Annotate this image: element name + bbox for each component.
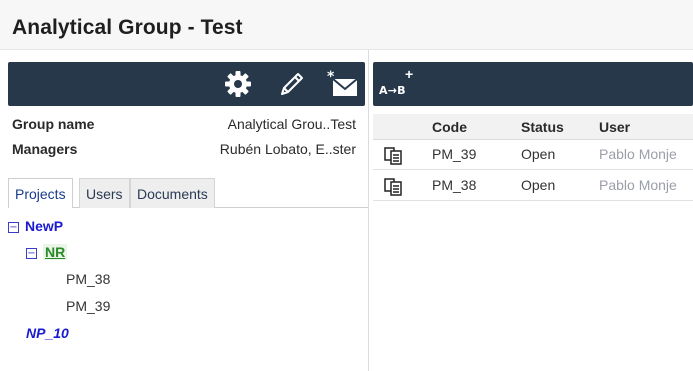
page-title: Analytical Group - Test: [12, 16, 243, 39]
title-bar: Analytical Group - Test: [0, 0, 693, 50]
tab-users[interactable]: Users: [79, 178, 130, 208]
managers-row: Managers Rubén Lobato, E..ster: [12, 141, 360, 159]
group-toolbar: *: [8, 62, 365, 106]
tab-documents[interactable]: Documents: [130, 178, 215, 208]
tree-node-label: NP_10: [26, 325, 69, 341]
group-name-value: Analytical Grou..Test: [227, 116, 356, 132]
grid-header: Code Status User: [373, 114, 693, 140]
clipboard-icon[interactable]: [383, 176, 403, 199]
tree-node-newp[interactable]: − NewP: [8, 218, 63, 234]
projects-panel: + A→B Code Status User PM_39 Open Pablo …: [370, 50, 693, 371]
clipboard-icon[interactable]: [383, 145, 403, 168]
table-row[interactable]: PM_39 Open Pablo Monje: [373, 140, 693, 170]
plus-icon: +: [405, 66, 414, 82]
table-row[interactable]: PM_38 Open Pablo Monje: [373, 171, 693, 201]
tree-node-label: NR: [43, 244, 68, 260]
group-name-label: Group name: [12, 116, 95, 132]
tree-leaf-pm39[interactable]: PM_39: [66, 298, 110, 314]
cell-code: PM_38: [432, 177, 477, 193]
collapse-toggle-icon[interactable]: −: [8, 222, 19, 233]
collapse-toggle-icon[interactable]: −: [26, 248, 37, 259]
cell-user: Pablo Monje: [599, 177, 677, 193]
column-header-user[interactable]: User: [599, 119, 630, 135]
tree-node-nr[interactable]: − NR: [26, 244, 68, 260]
mail-icon[interactable]: *: [324, 69, 360, 99]
cell-code: PM_39: [432, 146, 477, 162]
tree-leaf-label: PM_38: [66, 271, 111, 287]
cell-status: Open: [521, 146, 556, 162]
column-header-code[interactable]: Code: [432, 119, 467, 135]
managers-label: Managers: [12, 141, 78, 157]
tree-node-np10[interactable]: NP_10: [26, 325, 69, 341]
cell-status: Open: [521, 177, 556, 193]
pencil-icon[interactable]: [276, 69, 308, 99]
cell-user: Pablo Monje: [599, 146, 677, 162]
managers-value: Rubén Lobato, E..ster: [219, 141, 356, 157]
column-header-status[interactable]: Status: [521, 119, 564, 135]
add-transfer-icon[interactable]: + A→B: [377, 66, 419, 100]
group-name-row: Group name Analytical Grou..Test: [12, 116, 360, 134]
a-to-b-label: A→B: [379, 84, 406, 97]
tree-node-label: NewP: [25, 218, 64, 234]
group-panel: * Group name Analytical Grou..Test Manag…: [0, 50, 369, 371]
tab-bar: Projects Users Documents: [8, 178, 368, 208]
projects-toolbar: + A→B: [373, 62, 693, 106]
gear-icon[interactable]: [222, 69, 254, 99]
tree-leaf-pm38[interactable]: PM_38: [66, 271, 110, 287]
tab-projects[interactable]: Projects: [8, 178, 73, 208]
tree-leaf-label: PM_39: [66, 298, 111, 314]
